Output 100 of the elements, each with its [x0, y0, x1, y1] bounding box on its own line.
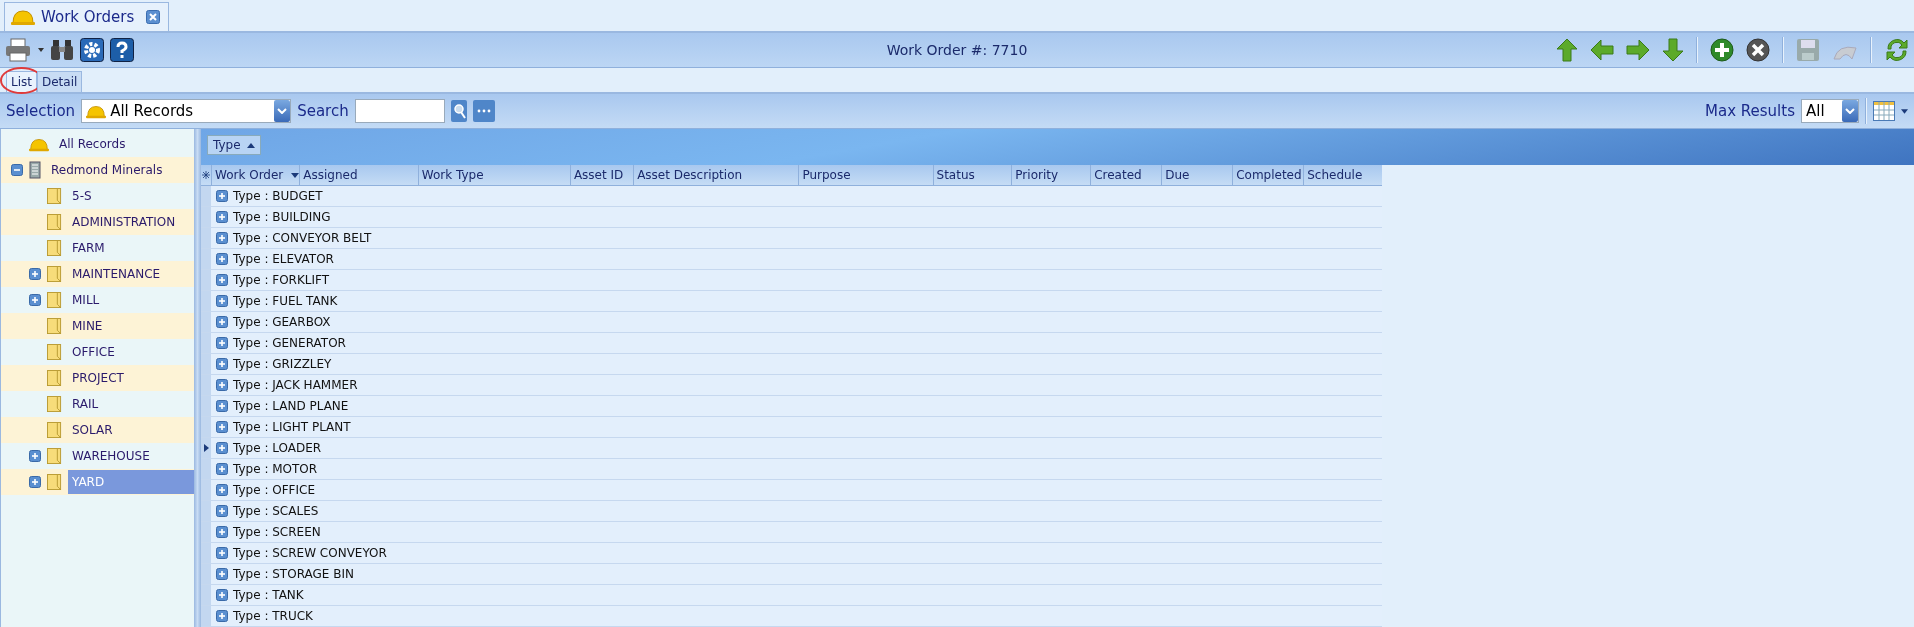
group-row[interactable]: Type : GENERATOR [233, 336, 346, 350]
close-icon[interactable] [146, 10, 161, 24]
column-header[interactable]: Completed [1232, 165, 1304, 185]
expander-icon[interactable] [216, 421, 228, 433]
expander-icon[interactable] [216, 610, 228, 622]
left-arrow-icon[interactable] [1590, 39, 1614, 61]
group-row[interactable]: Type : LOADER [233, 441, 322, 455]
group-row[interactable]: Type : GRIZZLEY [233, 357, 332, 371]
column-header[interactable]: Asset ID [569, 165, 634, 185]
column-header[interactable]: Due [1161, 165, 1233, 185]
tree-item[interactable]: All Records [55, 132, 130, 156]
expander-icon[interactable] [216, 232, 228, 244]
group-row[interactable]: Type : JACK HAMMER [233, 378, 358, 392]
work-order-title: Work Order #: 7710 [886, 42, 1028, 58]
folder-icon [47, 213, 62, 231]
expander-icon[interactable] [29, 476, 41, 488]
search-icon[interactable] [450, 100, 467, 122]
down-arrow-icon[interactable] [1662, 38, 1684, 62]
search-field[interactable] [354, 99, 445, 123]
refresh-icon[interactable] [1884, 37, 1910, 63]
view-tab[interactable]: List [6, 71, 37, 92]
group-row[interactable]: Type : BUDGET [233, 189, 323, 203]
up-arrow-icon[interactable] [1556, 38, 1578, 62]
dropdown-button[interactable] [1842, 100, 1858, 122]
expander-icon[interactable] [216, 379, 228, 391]
tree-item[interactable]: RAIL [68, 392, 103, 416]
max-results-dropdown[interactable]: All [1801, 99, 1859, 123]
help-icon[interactable] [110, 38, 134, 62]
expander-icon[interactable] [29, 450, 41, 462]
group-row[interactable]: Type : STORAGE BIN [233, 567, 354, 581]
settings-icon[interactable] [80, 38, 104, 62]
caret-icon[interactable] [1901, 108, 1908, 114]
column-header[interactable]: Assigned [299, 165, 418, 185]
group-row[interactable]: Type : MOTOR [233, 462, 318, 476]
group-row[interactable]: Type : FORKLIFT [233, 273, 330, 287]
group-by-chip[interactable]: Type [207, 135, 261, 155]
expander-icon[interactable] [29, 294, 41, 306]
dropdown-button[interactable] [274, 100, 291, 122]
column-header[interactable]: Schedule [1303, 165, 1382, 185]
caret-icon[interactable] [38, 48, 44, 52]
expander-icon[interactable] [216, 316, 228, 328]
tree-item[interactable]: 5-S [68, 184, 96, 208]
column-header[interactable]: Work Type [417, 165, 570, 185]
sort-icon[interactable] [246, 142, 255, 148]
group-row[interactable]: Type : SCREEN [233, 525, 321, 539]
expander-icon[interactable] [216, 211, 228, 223]
group-row[interactable]: Type : TRUCK [233, 609, 313, 623]
column-header[interactable]: Asset Description [633, 165, 799, 185]
delete-icon[interactable] [1746, 38, 1770, 62]
right-arrow-icon[interactable] [1626, 39, 1650, 61]
expander-icon[interactable] [216, 295, 228, 307]
expander-icon[interactable] [216, 463, 228, 475]
folder-icon [47, 447, 62, 465]
group-row[interactable]: Type : SCALES [233, 504, 319, 518]
group-row[interactable]: Type : CONVEYOR BELT [233, 231, 372, 245]
expander-icon[interactable] [216, 589, 228, 601]
group-row[interactable]: Type : TANK [233, 588, 304, 602]
expander-icon[interactable] [216, 253, 228, 265]
column-header[interactable]: Priority [1011, 165, 1091, 185]
expander-icon[interactable] [216, 568, 228, 580]
expander-icon[interactable] [11, 164, 23, 176]
tree-item[interactable]: WAREHOUSE [68, 444, 154, 468]
tree-item[interactable]: MILL [68, 288, 104, 312]
document-tab[interactable]: Work Orders [4, 2, 170, 31]
group-row[interactable]: Type : BUILDING [233, 210, 331, 224]
expander-icon[interactable] [216, 337, 228, 349]
expander-icon[interactable] [216, 190, 228, 202]
tree-item[interactable]: FARM [68, 236, 109, 260]
expander-icon[interactable] [216, 400, 228, 412]
sort-icon[interactable] [291, 172, 300, 178]
add-icon[interactable] [1710, 38, 1734, 62]
group-row[interactable]: Type : LAND PLANE [233, 399, 349, 413]
binoculars-icon[interactable] [50, 38, 74, 62]
expander-icon[interactable] [216, 526, 228, 538]
tree-item[interactable]: MINE [68, 314, 107, 338]
expander-icon[interactable] [216, 442, 228, 454]
column-header[interactable]: Work Order [211, 165, 300, 185]
group-row[interactable]: Type : LIGHT PLANT [233, 420, 351, 434]
expander-icon[interactable] [29, 268, 41, 280]
expander-icon[interactable] [216, 484, 228, 496]
more-icon[interactable] [472, 100, 495, 122]
group-row[interactable]: Type : OFFICE [233, 483, 315, 497]
expander-icon[interactable] [216, 505, 228, 517]
tree-item[interactable]: OFFICE [68, 340, 119, 364]
grid-layout-icon[interactable] [1873, 101, 1895, 121]
selection-dropdown[interactable]: All Records [81, 99, 292, 123]
group-row[interactable]: Type : SCREW CONVEYOR [233, 546, 387, 560]
folder-icon [47, 317, 62, 335]
column-header[interactable]: Created [1090, 165, 1162, 185]
column-header[interactable]: Purpose [798, 165, 933, 185]
expander-icon[interactable] [216, 274, 228, 286]
expander-icon[interactable] [216, 358, 228, 370]
group-row[interactable]: Type : ELEVATOR [233, 252, 334, 266]
folder-icon [47, 369, 62, 387]
group-row[interactable]: Type : GEARBOX [233, 315, 331, 329]
printer-icon[interactable] [4, 38, 32, 62]
column-header[interactable]: Status [932, 165, 1012, 185]
view-tab[interactable]: Detail [37, 71, 83, 92]
expander-icon[interactable] [216, 547, 228, 559]
group-row[interactable]: Type : FUEL TANK [233, 294, 338, 308]
